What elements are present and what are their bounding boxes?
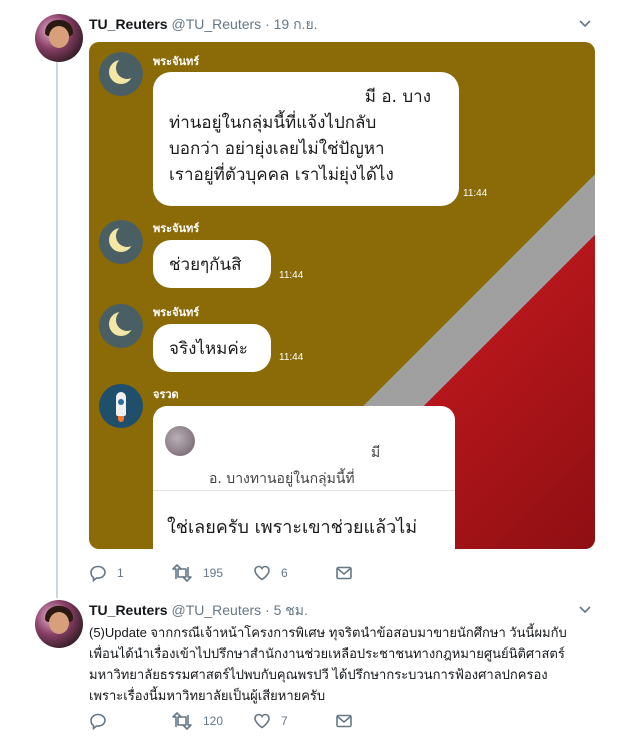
tweet-header: TU_Reuters @TU_Reuters · 19 ก.ย.: [89, 14, 318, 36]
chat-bubble: มี อ. บาง ท่านอยู่ในกลุ่มนี้ที่แจ้งไปกลั…: [153, 72, 459, 206]
direct-message-button[interactable]: [335, 564, 353, 582]
chat-line: บอกว่า อย่ายุ่งเลยไม่ใช่ปัญหา: [169, 139, 385, 159]
chat-line: จริงไหมค่ะ: [169, 339, 248, 359]
reply-count: 1: [117, 566, 124, 580]
retweet-icon: [172, 564, 192, 582]
tweet-text: (5)Update จากกรณีเจ้าหน้าโครงการพิเศษ ทุ…: [89, 622, 589, 706]
retweet-button[interactable]: 195: [171, 564, 253, 582]
reply-button[interactable]: 1: [89, 564, 171, 582]
chat-sender-name: พระจันทร์: [153, 56, 200, 68]
tweet-actions: 1 195 6: [89, 564, 353, 582]
tweet-text-line: เพื่อนได้นำเรื่องเข้าไปปรึกษาสำนักงานช่ว…: [89, 646, 565, 661]
tweet-text-line: (5)Update จากกรณีเจ้าหน้าโครงการพิเศษ ทุ…: [89, 625, 567, 640]
display-name[interactable]: TU_Reuters: [89, 16, 168, 32]
reply-text: ใช่เลยครับ เพราะเขาช่วยแล้วไม่: [167, 517, 418, 538]
tweet-text-line: เพราะเรื่องนี้มหาวิทยาลัยเป็นผู้เสียหายค…: [89, 688, 326, 703]
tweet-actions: 120 7: [89, 712, 353, 730]
user-handle[interactable]: @TU_Reuters: [171, 16, 261, 32]
quoted-message: อ. บางทานอยู่ในกลุ่มนี้ที่: [209, 471, 355, 487]
retweet-count: 120: [203, 714, 224, 728]
quoted-avatar: [165, 426, 195, 456]
reply-icon: [90, 565, 106, 582]
chat-sender-name: จรวด: [153, 389, 179, 401]
chat-line: มี อ. บาง: [364, 87, 431, 107]
chat-bubble: ช่วยๆกันสิ: [153, 240, 271, 288]
reply-button[interactable]: [89, 712, 171, 730]
tweet-header: TU_Reuters @TU_Reuters · 5 ชม.: [89, 600, 308, 622]
tweet-timestamp[interactable]: 5 ชม.: [274, 602, 308, 618]
tweet-text-line: มหาวิทยาลัยธรรมศาสตร์ไปพบกับคุณพรปวี ได้…: [89, 667, 548, 682]
quote-divider: [153, 490, 455, 491]
quoted-fragment: มี: [371, 445, 381, 461]
rocket-avatar-icon: [99, 384, 143, 428]
reply-bubble: มี อ. บางทานอยู่ในกลุ่มนี้ที่ ใช่เลยครับ…: [153, 406, 455, 549]
direct-message-button[interactable]: [335, 712, 353, 730]
chevron-down-icon[interactable]: [579, 18, 591, 30]
chat-time: 11:44: [279, 352, 304, 363]
envelope-icon: [336, 566, 352, 580]
moon-avatar-icon: [99, 52, 143, 96]
user-handle[interactable]: @TU_Reuters: [171, 602, 261, 618]
like-button[interactable]: 7: [253, 712, 335, 730]
tweet-timestamp[interactable]: 19 ก.ย.: [274, 16, 318, 32]
chat-sender-name: พระจันทร์: [153, 307, 200, 319]
heart-icon: [254, 565, 270, 581]
chevron-down-icon[interactable]: [579, 604, 591, 616]
chat-bubble: จริงไหมค่ะ: [153, 324, 271, 372]
chat-line: ช่วยๆกันสิ: [169, 255, 242, 275]
moon-avatar-icon: [99, 220, 143, 264]
thread-connector-line: [56, 62, 58, 598]
user-avatar[interactable]: [35, 600, 83, 648]
chat-sender-name: พระจันทร์: [153, 223, 200, 235]
moon-avatar-icon: [99, 304, 143, 348]
retweet-button[interactable]: 120: [171, 712, 253, 730]
retweet-icon: [172, 712, 192, 730]
like-count: 6: [281, 566, 288, 580]
tweet-media-image[interactable]: พระจันทร์ มี อ. บาง ท่านอยู่ในกลุ่มนี้ที…: [89, 42, 595, 549]
reply-icon: [90, 713, 106, 730]
chat-time: 11:44: [279, 270, 304, 281]
like-button[interactable]: 6: [253, 564, 335, 582]
like-count: 7: [281, 714, 288, 728]
chat-line: ท่านอยู่ในกลุ่มนี้ที่แจ้งไปกลับ: [169, 113, 377, 133]
chat-line: เราอยู่ที่ตัวบุคคล เราไม่ยุ่งได้ไง: [169, 165, 394, 185]
chat-time: 11:44: [463, 188, 488, 199]
heart-icon: [254, 713, 270, 729]
separator: ·: [265, 16, 270, 32]
separator: ·: [265, 602, 270, 618]
envelope-icon: [336, 714, 352, 728]
display-name[interactable]: TU_Reuters: [89, 602, 168, 618]
retweet-count: 195: [203, 566, 224, 580]
user-avatar[interactable]: [35, 14, 83, 62]
